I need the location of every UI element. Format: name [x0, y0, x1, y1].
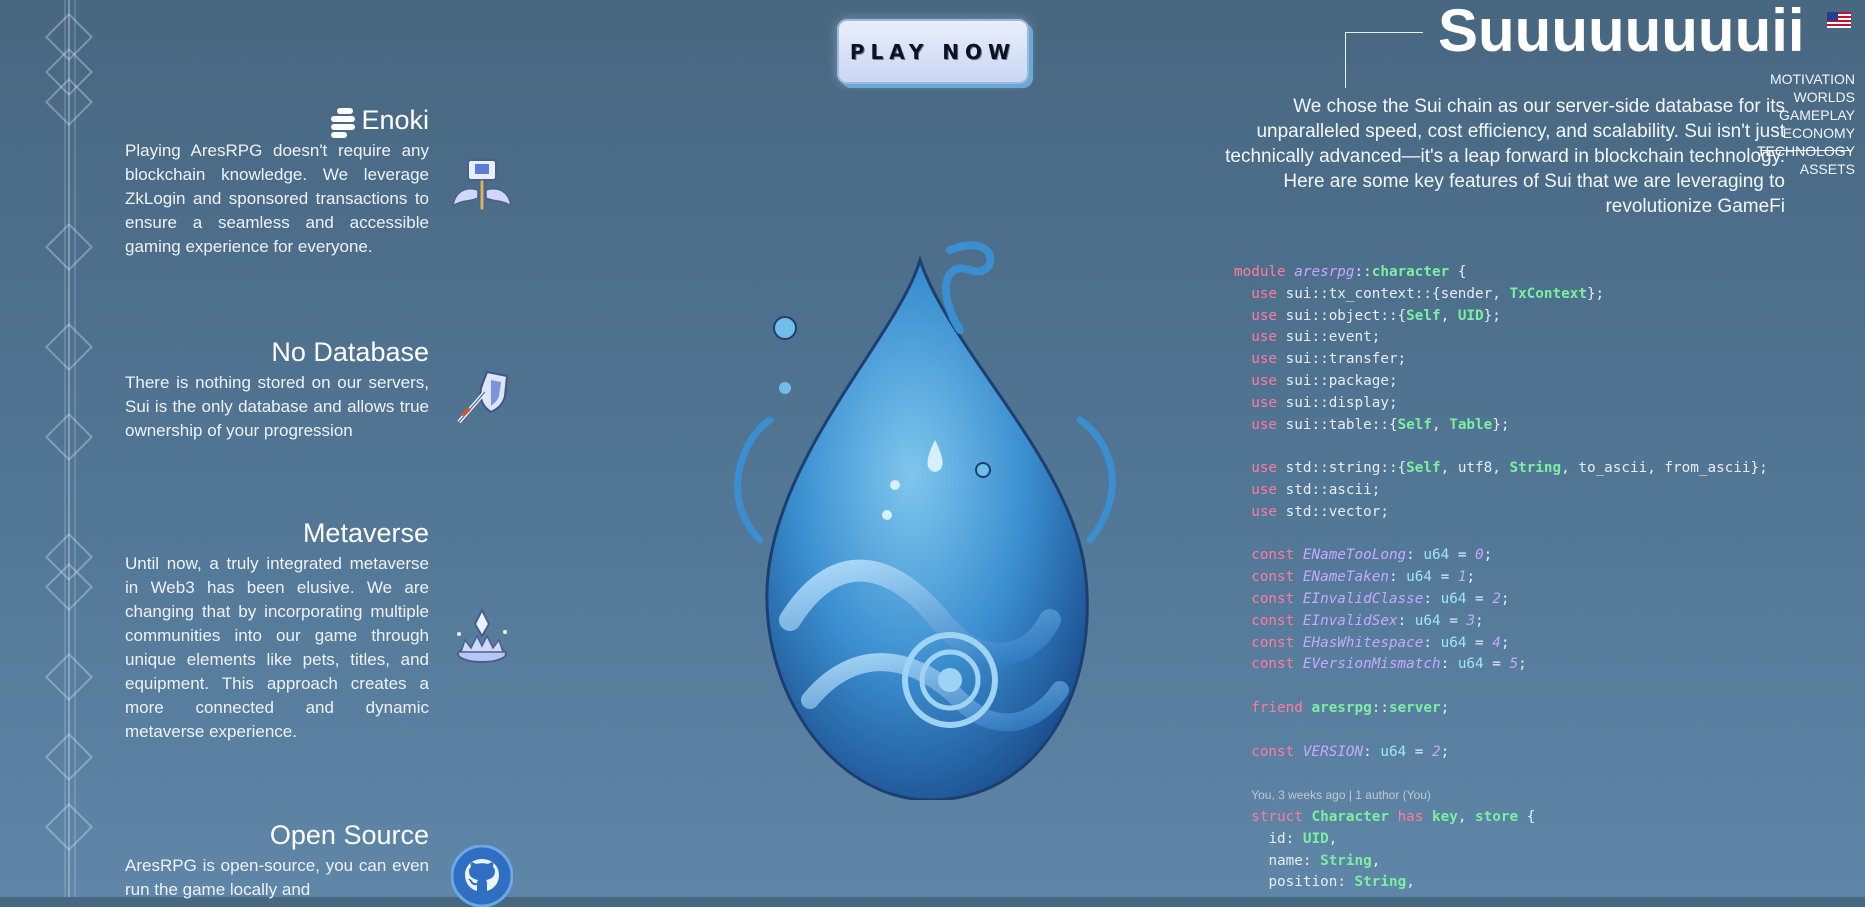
sword-shield-icon	[457, 370, 509, 424]
github-icon[interactable]	[451, 845, 513, 907]
feature-metaverse: Metaverse Until now, a truly integrated …	[125, 518, 429, 744]
feature-body: Playing AresRPG doesn't require any bloc…	[125, 141, 429, 256]
feature-no-database: No Database There is nothing stored on o…	[125, 337, 429, 443]
move-code-block: module aresrpg::character { use sui::tx_…	[1234, 264, 1768, 891]
feature-enoki: Enoki Playing AresRPG doesn't require an…	[125, 105, 429, 259]
feature-title: Open Source	[269, 820, 429, 850]
page-title: Suuuuuuuuii	[1438, 0, 1805, 64]
nav-item-motivation[interactable]: MOTIVATION	[1757, 70, 1855, 88]
decorative-chain	[40, 0, 100, 897]
title-divider	[1345, 32, 1423, 33]
hammer-wings-icon	[452, 159, 512, 211]
feature-body: Until now, a truly integrated metaverse …	[125, 554, 429, 741]
feature-open-source: Open Source AresRPG is open-source, you …	[125, 820, 429, 902]
feature-title: Metaverse	[302, 518, 429, 548]
sui-water-drop-illustration	[734, 241, 1116, 800]
play-now-button[interactable]: PLAY NOW	[837, 19, 1029, 84]
feature-title: Enoki	[361, 105, 429, 135]
enoki-logo-icon	[331, 106, 356, 138]
title-divider-vertical	[1345, 32, 1346, 88]
feature-body: There is nothing stored on our servers, …	[125, 373, 429, 440]
intro-text: We chose the Sui chain as our server-sid…	[1225, 96, 1785, 217]
crystal-crown-icon	[457, 608, 507, 663]
us-flag-icon[interactable]	[1827, 12, 1851, 28]
feature-title: No Database	[271, 337, 429, 367]
feature-body: AresRPG is open-source, you can even run…	[125, 856, 429, 899]
